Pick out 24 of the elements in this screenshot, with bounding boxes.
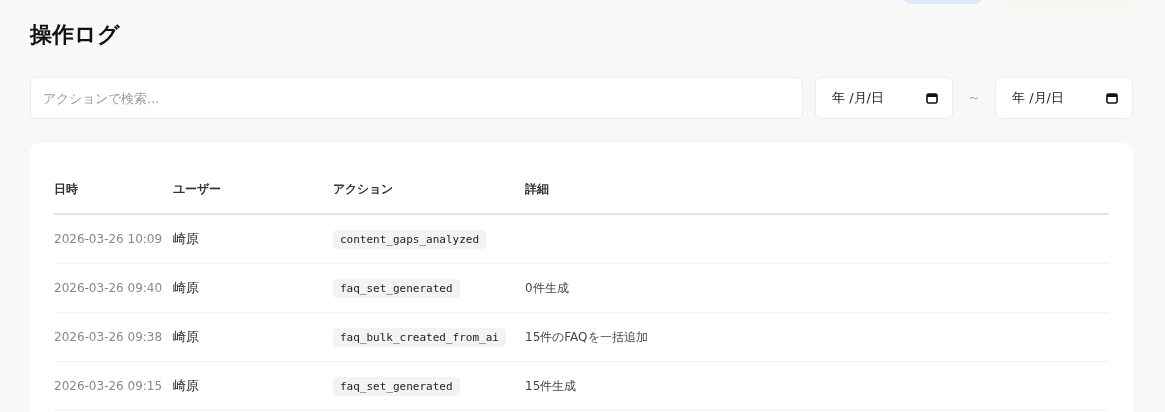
- table-cell-text: 崎原: [173, 328, 200, 346]
- date-field[interactable]: 年 /月/日: [815, 77, 953, 119]
- range-separator: ～: [967, 89, 981, 107]
- table-cell: 15件のFAQを一括追加: [525, 328, 648, 346]
- table-cell-text: 崎原: [173, 279, 200, 297]
- table-cell-text: 2026-03-26 10:09: [54, 232, 164, 246]
- search-field[interactable]: アクションで検索...: [30, 77, 803, 119]
- table-cell-text: 2026-03-26 09:38: [54, 330, 164, 344]
- date-field[interactable]: 年 /月/日: [995, 77, 1133, 119]
- table-cell: 0件生成: [525, 279, 569, 297]
- column-header: アクション: [333, 180, 394, 198]
- table-cell-text: 崎原: [173, 230, 200, 248]
- table-cell-text: 崎原: [173, 377, 200, 395]
- column-header: 日時: [54, 180, 79, 198]
- action-tag: faq_set_generated: [333, 377, 460, 396]
- column-header: 詳細: [525, 180, 549, 198]
- table-cell: 15件生成: [525, 377, 577, 395]
- action-tag: faq_bulk_created_from_ai: [333, 328, 506, 347]
- page-title: 操作ログ: [30, 21, 120, 49]
- column-header: ユーザー: [173, 180, 222, 198]
- action-tag: content_gaps_analyzed: [333, 230, 487, 249]
- action-tag: faq_set_generated: [333, 279, 460, 298]
- table-cell-text: 2026-03-26 09:15: [54, 379, 164, 393]
- table-cell-text: 2026-03-26 09:40: [54, 281, 164, 295]
